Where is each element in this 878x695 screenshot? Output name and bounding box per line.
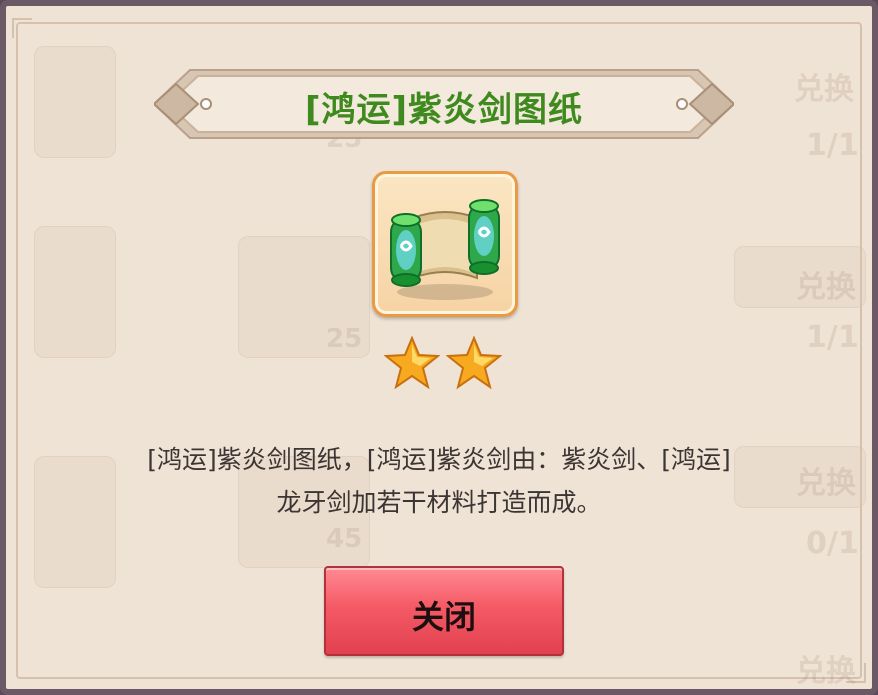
background-number: 25	[326, 324, 363, 354]
item-icon-frame	[372, 171, 518, 317]
background-count: 0/1	[806, 526, 859, 561]
star-icon	[446, 336, 502, 390]
background-slot	[34, 46, 116, 158]
background-exchange-label: 兑换	[794, 72, 854, 107]
background-number: 45	[326, 524, 363, 554]
background-count: 1/1	[806, 128, 859, 163]
background-count: 1/1	[806, 320, 859, 355]
item-detail-dialog: 兑换 1/1 兑换 1/1 兑换 0/1 兑换 25 45 25 [鸿运]紫炎剑…	[0, 0, 878, 695]
background-exchange-label: 兑换	[796, 270, 856, 305]
close-button-label: 关闭	[411, 598, 476, 636]
item-description: [鸿运]紫炎剑图纸，[鸿运]紫炎剑由：紫炎剑、[鸿运] 龙牙剑加若干材料打造而成…	[36, 438, 842, 524]
background-slot	[34, 226, 116, 358]
item-title: [鸿运]紫炎剑图纸	[304, 90, 584, 130]
blueprint-scroll-icon	[390, 199, 500, 300]
description-line: [鸿运]紫炎剑图纸，[鸿运]紫炎剑由：紫炎剑、[鸿运]	[147, 445, 731, 474]
description-line: 龙牙剑加若干材料打造而成。	[276, 488, 602, 517]
background-exchange-label: 兑换	[796, 654, 856, 689]
star-icon	[384, 336, 440, 390]
close-button[interactable]: 关闭	[324, 566, 564, 656]
title-banner: [鸿运]紫炎剑图纸	[154, 64, 734, 144]
rarity-stars	[384, 336, 508, 390]
